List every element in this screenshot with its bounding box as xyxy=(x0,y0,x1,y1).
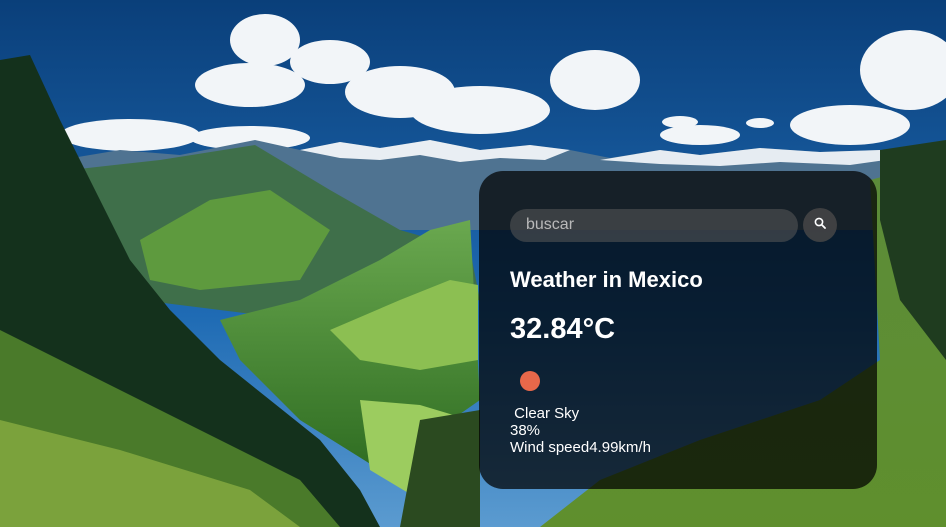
search-button[interactable] xyxy=(803,208,837,242)
city-title: Weather in Mexico xyxy=(510,267,703,292)
search-input[interactable] xyxy=(510,208,798,242)
sun-icon xyxy=(520,371,540,391)
search-bar xyxy=(510,208,837,242)
humidity: 38% xyxy=(510,422,541,439)
weather-description: Clear Sky xyxy=(510,405,580,422)
weather-details: Clear Sky 38% Wind speed4.99km/h xyxy=(510,405,651,456)
weather-card: Weather in Mexico 32.84°C Clear Sky 38% … xyxy=(479,171,877,489)
temperature: 32.84°C xyxy=(510,313,616,345)
wind-speed: Wind speed4.99km/h xyxy=(510,439,651,456)
search-icon xyxy=(814,216,826,234)
